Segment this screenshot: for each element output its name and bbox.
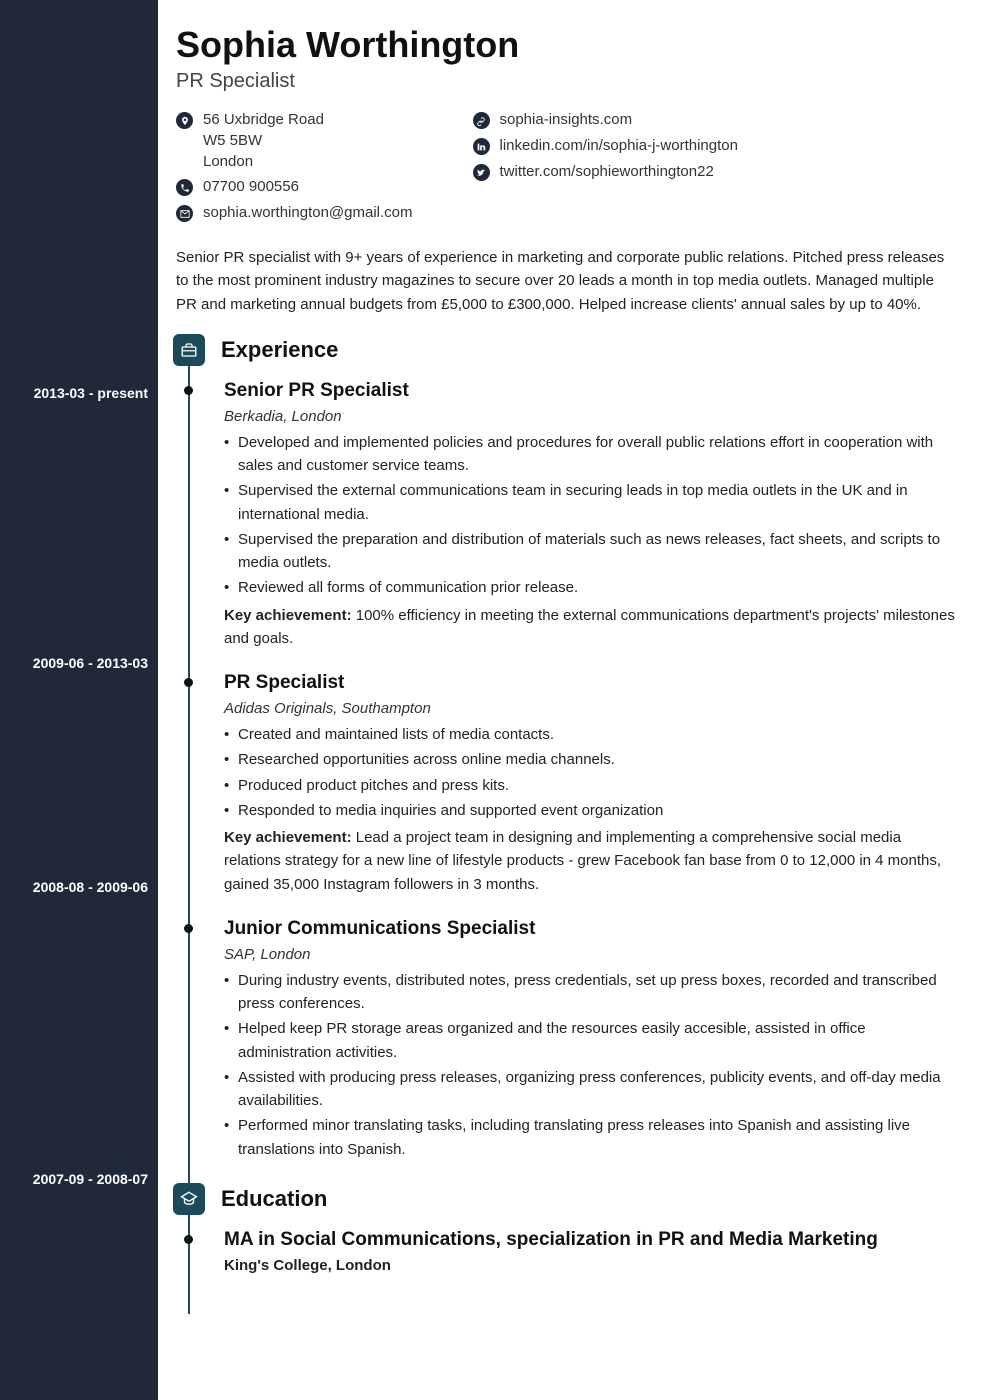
contact-col-left: 56 Uxbridge Road W5 5BW London 07700 900… xyxy=(176,111,413,222)
person-name: Sophia Worthington xyxy=(176,24,956,66)
school-name: King's College, London xyxy=(224,1257,956,1274)
education-header: Education xyxy=(176,1183,956,1215)
experience-entry: Junior Communications Specialist SAP, Lo… xyxy=(224,918,956,1161)
role-title: PR Specialist xyxy=(224,672,956,694)
experience-header: Experience xyxy=(176,334,956,366)
contact-email: sophia.worthington@gmail.com xyxy=(176,204,413,222)
bullet: Assisted with producing press releases, … xyxy=(224,1066,956,1113)
linkedin-text: linkedin.com/in/sophia-j-worthington xyxy=(500,137,738,154)
timeline-dot xyxy=(184,1235,193,1244)
address-line1: 56 Uxbridge Road xyxy=(203,111,324,128)
main-content: Sophia Worthington PR Specialist 56 Uxbr… xyxy=(158,0,990,1400)
bullet: Reviewed all forms of communication prio… xyxy=(224,576,956,599)
bullet: Produced product pitches and press kits. xyxy=(224,774,956,797)
bullet: Supervised the preparation and distribut… xyxy=(224,528,956,575)
role-title: Senior PR Specialist xyxy=(224,380,956,402)
degree-title: MA in Social Communications, specializat… xyxy=(224,1229,956,1251)
contact-phone: 07700 900556 xyxy=(176,178,413,196)
contact-address: 56 Uxbridge Road W5 5BW London xyxy=(176,111,413,170)
bullet: Developed and implemented policies and p… xyxy=(224,431,956,478)
bullet: Responded to media inquiries and support… xyxy=(224,799,956,822)
location-icon xyxy=(176,112,193,129)
graduation-cap-icon xyxy=(173,1183,205,1215)
timeline-dot xyxy=(184,678,193,687)
timeline-dot xyxy=(184,924,193,933)
contact-row: 56 Uxbridge Road W5 5BW London 07700 900… xyxy=(176,111,956,222)
contact-col-right: sophia-insights.com linkedin.com/in/soph… xyxy=(473,111,738,222)
org-name: Berkadia, London xyxy=(224,408,956,425)
email-text: sophia.worthington@gmail.com xyxy=(203,204,413,221)
org-name: SAP, London xyxy=(224,946,956,963)
phone-icon xyxy=(176,179,193,196)
bullet: During industry events, distributed note… xyxy=(224,969,956,1016)
experience-timeline: Senior PR Specialist Berkadia, London De… xyxy=(176,380,956,1274)
job-title: PR Specialist xyxy=(176,70,956,93)
bullet: Researched opportunities across online m… xyxy=(224,748,956,771)
achievement: Key achievement: 100% efficiency in meet… xyxy=(224,604,956,651)
experience-entry: Senior PR Specialist Berkadia, London De… xyxy=(224,380,956,650)
contact-twitter: twitter.com/sophieworthington22 xyxy=(473,163,738,181)
achievement: Key achievement: Lead a project team in … xyxy=(224,826,956,896)
briefcase-icon xyxy=(173,334,205,366)
summary: Senior PR specialist with 9+ years of ex… xyxy=(176,246,956,316)
education-title: Education xyxy=(221,1186,327,1212)
website-text: sophia-insights.com xyxy=(500,111,633,128)
twitter-text: twitter.com/sophieworthington22 xyxy=(500,163,714,180)
bullet-list: During industry events, distributed note… xyxy=(224,969,956,1161)
email-icon xyxy=(176,205,193,222)
link-icon xyxy=(473,112,490,129)
experience-title: Experience xyxy=(221,337,338,363)
achievement-label: Key achievement: xyxy=(224,829,352,846)
role-title: Junior Communications Specialist xyxy=(224,918,956,940)
address-line2: W5 5BW xyxy=(203,132,324,149)
contact-website: sophia-insights.com xyxy=(473,111,738,129)
phone-text: 07700 900556 xyxy=(203,178,299,195)
twitter-icon xyxy=(473,164,490,181)
bullet: Created and maintained lists of media co… xyxy=(224,723,956,746)
achievement-label: Key achievement: xyxy=(224,607,352,624)
bullet-list: Developed and implemented policies and p… xyxy=(224,431,956,600)
experience-entry: PR Specialist Adidas Originals, Southamp… xyxy=(224,672,956,896)
date-exp-2: 2008-08 - 2009-06 xyxy=(33,879,148,895)
date-edu-0: 2007-09 - 2008-07 xyxy=(33,1171,148,1187)
date-exp-0: 2013-03 - present xyxy=(34,385,148,401)
date-exp-1: 2009-06 - 2013-03 xyxy=(33,655,148,671)
linkedin-icon xyxy=(473,138,490,155)
org-name: Adidas Originals, Southampton xyxy=(224,700,956,717)
address-line3: London xyxy=(203,153,324,170)
contact-linkedin: linkedin.com/in/sophia-j-worthington xyxy=(473,137,738,155)
bullet: Supervised the external communications t… xyxy=(224,479,956,526)
sidebar: 2013-03 - present 2009-06 - 2013-03 2008… xyxy=(0,0,158,1400)
bullet-list: Created and maintained lists of media co… xyxy=(224,723,956,822)
bullet: Performed minor translating tasks, inclu… xyxy=(224,1114,956,1161)
education-entry: MA in Social Communications, specializat… xyxy=(224,1229,956,1274)
timeline-dot xyxy=(184,386,193,395)
timeline-line xyxy=(188,360,190,1314)
bullet: Helped keep PR storage areas organized a… xyxy=(224,1017,956,1064)
